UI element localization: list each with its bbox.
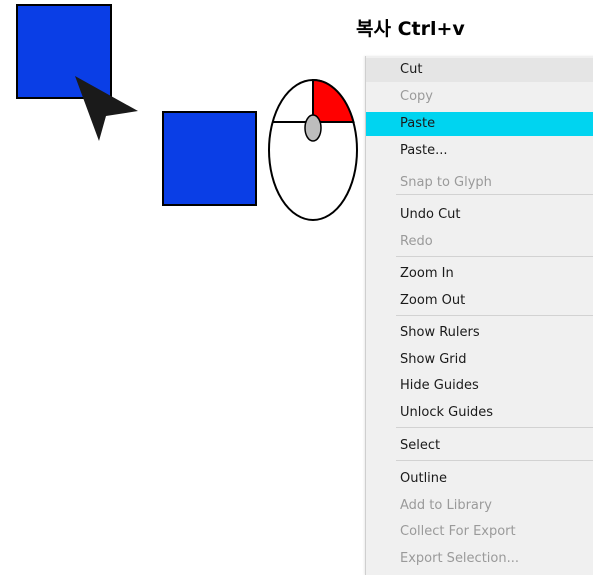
menu-item-label: Undo Cut [400,207,461,222]
menu-item-undo-cut[interactable]: Undo Cut [366,203,593,227]
menu-item-paste-special[interactable]: Paste...› [366,139,593,163]
menu-item-label: Paste... [400,143,448,158]
menu-item-zoom-out[interactable]: Zoom Out [366,289,593,313]
menu-item-unlock-guides[interactable]: Unlock Guides [366,401,593,425]
menu-item-label: Cut [400,62,423,77]
menu-separator [396,427,593,428]
stage: 복사 Ctrl+v Cut Copy Paste Paste...› Snap … [0,0,593,575]
menu-item-snap-to-glyph[interactable]: Snap to Glyph [366,171,593,195]
menu-item-outline[interactable]: Outline [366,467,593,491]
menu-item-label: Snap to Glyph [400,175,492,190]
menu-item-paste[interactable]: Paste [366,112,593,136]
menu-item-label: Outline [400,471,448,486]
menu-item-collect-for-export[interactable]: Collect For Export› [366,520,593,544]
menu-separator [396,194,593,195]
menu-item-label: Show Grid [400,352,467,367]
menu-item-label: Add to Library [400,498,492,513]
menu-item-label: Zoom In [400,266,454,281]
menu-separator [396,460,593,461]
menu-item-label: Zoom Out [400,293,466,308]
menu-item-add-to-library[interactable]: Add to Library [366,494,593,518]
mouse-right-click-icon [268,78,358,221]
menu-item-show-grid[interactable]: Show Grid [366,348,593,372]
shortcut-caption: 복사 Ctrl+v [356,18,465,40]
copy-paste-illustration [16,4,358,221]
menu-item-export-selection[interactable]: Export Selection... [366,547,593,571]
pasted-square [162,111,257,206]
context-menu: Cut Copy Paste Paste...› Snap to Glyph U… [365,56,593,575]
menu-item-label: Copy [400,89,433,104]
menu-item-label: Export Selection... [400,551,519,566]
menu-item-label: Collect For Export [400,524,516,539]
menu-item-copy[interactable]: Copy [366,85,593,109]
menu-separator [396,315,593,316]
menu-item-label: Redo [400,234,433,249]
menu-separator [396,256,593,257]
menu-item-show-rulers[interactable]: Show Rulers [366,321,593,345]
menu-item-zoom-in[interactable]: Zoom In [366,262,593,286]
menu-item-label: Unlock Guides [400,405,494,420]
menu-item-label: Paste [400,116,436,131]
menu-item-select[interactable]: Select› [366,434,593,458]
menu-item-label: Hide Guides [400,378,479,393]
menu-item-label: Show Rulers [400,325,480,340]
menu-item-cut[interactable]: Cut [366,58,593,82]
original-square [16,4,112,99]
menu-item-redo[interactable]: Redo [366,230,593,254]
menu-item-label: Select [400,438,441,453]
menu-item-hide-guides[interactable]: Hide Guides [366,374,593,398]
